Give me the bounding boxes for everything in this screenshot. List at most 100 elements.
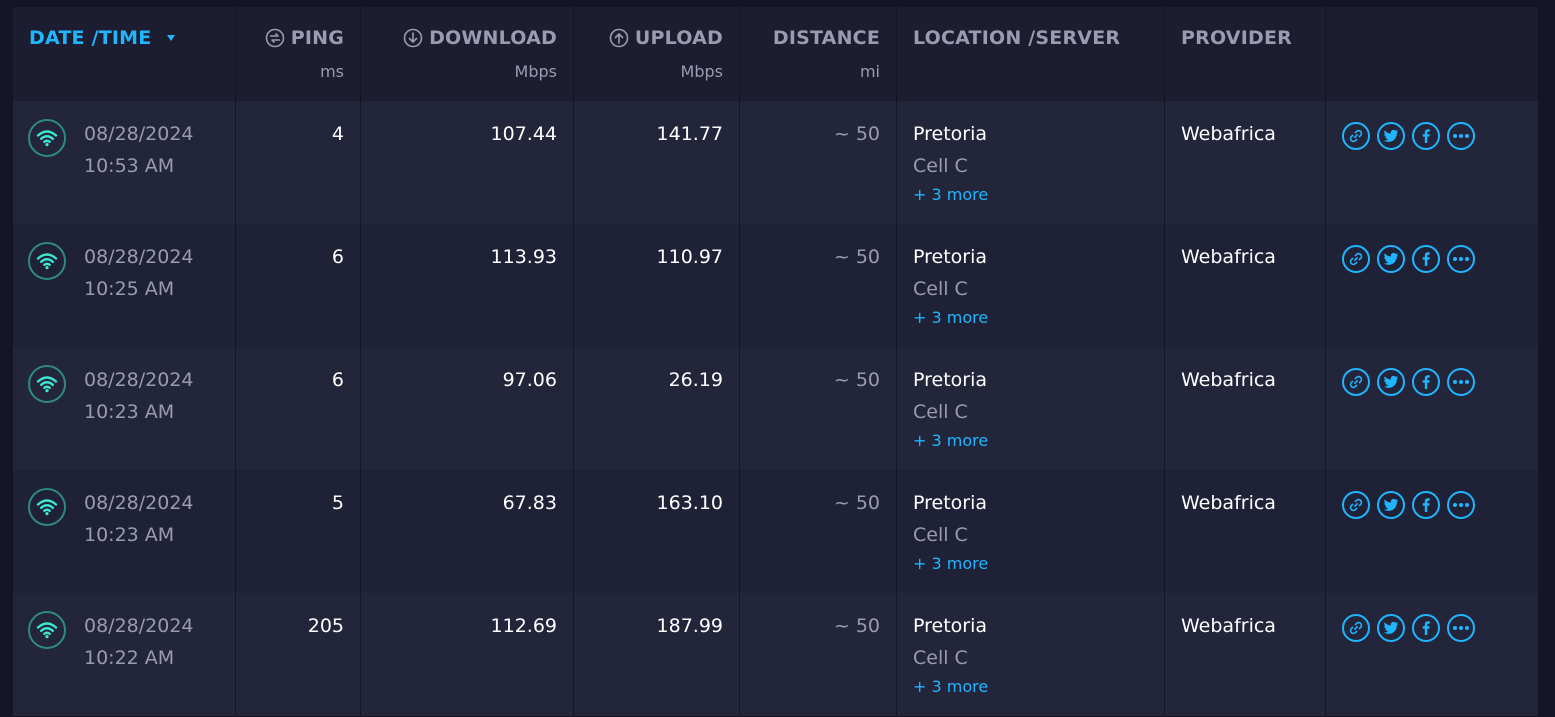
server-city: Pretoria	[913, 615, 988, 637]
header-upload[interactable]: UPLOAD Mbps	[574, 7, 740, 101]
distance-cell: ~ 50	[740, 593, 897, 716]
link-icon[interactable]	[1342, 614, 1370, 642]
more-servers-link[interactable]: + 3 more	[913, 428, 988, 454]
twitter-icon[interactable]	[1377, 491, 1405, 519]
provider-cell: Webafrica	[1165, 101, 1326, 224]
result-time: 10:53 AM	[84, 155, 175, 177]
more-icon[interactable]	[1447, 368, 1475, 396]
result-date: 08/28/2024	[84, 615, 194, 637]
provider-name: Webafrica	[1181, 246, 1276, 268]
table-row[interactable]: 08/28/2024 10:25 AM 6 113.93 110.97 ~ 50…	[13, 224, 1538, 347]
more-servers-link[interactable]: + 3 more	[913, 305, 988, 331]
header-upload-label: UPLOAD	[634, 27, 723, 49]
upload-cell: 110.97	[574, 224, 740, 347]
wifi-icon	[28, 611, 66, 649]
distance-cell: ~ 50	[740, 470, 897, 593]
facebook-icon[interactable]	[1412, 245, 1440, 273]
header-provider[interactable]: PROVIDER	[1165, 7, 1326, 101]
distance-cell: ~ 50	[740, 101, 897, 224]
provider-name: Webafrica	[1181, 369, 1276, 391]
server-city: Pretoria	[913, 369, 988, 391]
twitter-icon[interactable]	[1377, 245, 1405, 273]
twitter-icon[interactable]	[1377, 368, 1405, 396]
server-sponsor: Cell C	[913, 647, 968, 669]
more-servers-link[interactable]: + 3 more	[913, 674, 988, 700]
more-icon[interactable]	[1447, 614, 1475, 642]
download-cell: 113.93	[361, 224, 574, 347]
upload-cell: 187.99	[574, 593, 740, 716]
header-distance[interactable]: DISTANCE mi	[740, 7, 897, 101]
more-icon[interactable]	[1447, 122, 1475, 150]
more-servers-link[interactable]: + 3 more	[913, 551, 988, 577]
download-value: 107.44	[490, 123, 557, 145]
result-date: 08/28/2024	[84, 369, 194, 391]
link-icon[interactable]	[1342, 245, 1370, 273]
result-date: 08/28/2024	[84, 492, 194, 514]
more-icon[interactable]	[1447, 491, 1475, 519]
header-date-time[interactable]: DATE /TIME	[13, 7, 236, 101]
facebook-icon[interactable]	[1412, 491, 1440, 519]
upload-cell: 163.10	[574, 470, 740, 593]
facebook-icon[interactable]	[1412, 122, 1440, 150]
date-cell: 08/28/2024 10:23 AM	[13, 347, 236, 470]
provider-cell: Webafrica	[1165, 347, 1326, 470]
location-cell: Pretoria Cell C + 3 more	[897, 347, 1165, 470]
facebook-icon[interactable]	[1412, 368, 1440, 396]
upload-value: 26.19	[668, 369, 723, 391]
actions-cell	[1326, 470, 1538, 593]
wifi-icon	[28, 488, 66, 526]
more-icon[interactable]	[1447, 245, 1475, 273]
link-icon[interactable]	[1342, 368, 1370, 396]
download-value: 113.93	[490, 246, 557, 268]
header-distance-label: DISTANCE	[772, 27, 880, 49]
distance-value: ~ 50	[833, 369, 880, 391]
upload-cell: 26.19	[574, 347, 740, 470]
upload-cell: 141.77	[574, 101, 740, 224]
download-cell: 97.06	[361, 347, 574, 470]
ping-value: 5	[331, 492, 344, 514]
more-servers-link[interactable]: + 3 more	[913, 182, 988, 208]
provider-name: Webafrica	[1181, 123, 1276, 145]
server-sponsor: Cell C	[913, 278, 968, 300]
table-row[interactable]: 08/28/2024 10:23 AM 6 97.06 26.19 ~ 50 P…	[13, 347, 1538, 470]
ping-value: 4	[331, 123, 344, 145]
table-row[interactable]: 08/28/2024 10:22 AM 205 112.69 187.99 ~ …	[13, 593, 1538, 716]
ping-cell: 5	[236, 470, 361, 593]
upload-icon	[609, 28, 629, 48]
server-sponsor: Cell C	[913, 155, 968, 177]
result-time: 10:25 AM	[84, 278, 175, 300]
provider-cell: Webafrica	[1165, 224, 1326, 347]
table-row[interactable]: 08/28/2024 10:23 AM 5 67.83 163.10 ~ 50 …	[13, 470, 1538, 593]
distance-cell: ~ 50	[740, 347, 897, 470]
header-download-label: DOWNLOAD	[429, 27, 557, 49]
server-city: Pretoria	[913, 246, 988, 268]
sort-down-icon	[167, 35, 176, 41]
ping-value: 205	[307, 615, 344, 637]
link-icon[interactable]	[1342, 491, 1370, 519]
upload-value: 110.97	[656, 246, 723, 268]
header-location[interactable]: LOCATION /SERVER	[897, 7, 1165, 101]
header-location-label: LOCATION /SERVER	[913, 27, 1121, 49]
twitter-icon[interactable]	[1377, 614, 1405, 642]
distance-value: ~ 50	[833, 492, 880, 514]
download-value: 67.83	[502, 492, 557, 514]
location-cell: Pretoria Cell C + 3 more	[897, 101, 1165, 224]
facebook-icon[interactable]	[1412, 614, 1440, 642]
distance-cell: ~ 50	[740, 224, 897, 347]
result-time: 10:23 AM	[84, 524, 175, 546]
download-value: 112.69	[490, 615, 557, 637]
header-download[interactable]: DOWNLOAD Mbps	[361, 7, 574, 101]
distance-value: ~ 50	[833, 246, 880, 268]
actions-cell	[1326, 347, 1538, 470]
server-sponsor: Cell C	[913, 401, 968, 423]
server-city: Pretoria	[913, 492, 988, 514]
download-cell: 112.69	[361, 593, 574, 716]
header-ping[interactable]: PING ms	[236, 7, 361, 101]
table-row[interactable]: 08/28/2024 10:53 AM 4 107.44 141.77 ~ 50…	[13, 101, 1538, 224]
twitter-icon[interactable]	[1377, 122, 1405, 150]
header-ping-unit: ms	[320, 62, 344, 81]
actions-cell	[1326, 101, 1538, 224]
link-icon[interactable]	[1342, 122, 1370, 150]
ping-icon	[265, 28, 285, 48]
provider-cell: Webafrica	[1165, 470, 1326, 593]
